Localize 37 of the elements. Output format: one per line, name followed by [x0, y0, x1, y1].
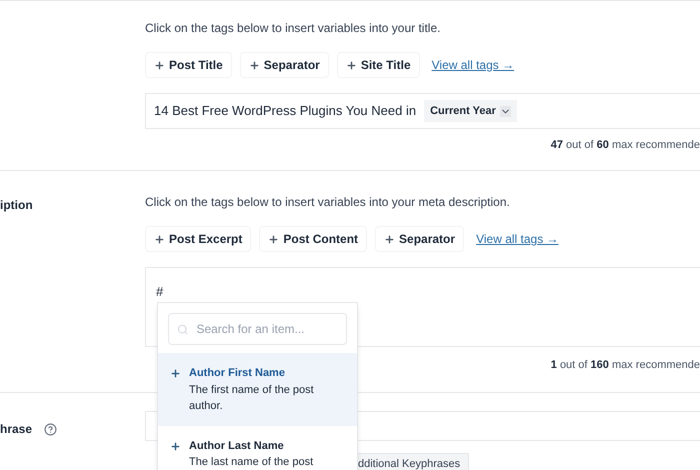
- plus-icon: [154, 60, 165, 70]
- plus-icon: [170, 368, 181, 379]
- character-counter: 1 out of 160 max recommende: [550, 358, 700, 373]
- description-hint: Click on the tags below to insert variables into your meta description.: [145, 194, 511, 211]
- tag-button[interactable]: Post Excerpt: [145, 226, 252, 252]
- search-icon: [177, 322, 188, 336]
- help-icon[interactable]: [44, 422, 58, 436]
- chevron-down-icon: [500, 106, 511, 116]
- option-description: The last name of the post: [189, 455, 314, 470]
- tag-button[interactable]: Separator: [240, 52, 329, 78]
- plus-icon: [384, 234, 396, 244]
- title-input-field[interactable]: 14 Best Free WordPress Plugins You Need in Current Year: [145, 93, 700, 129]
- plus-icon: [346, 60, 357, 70]
- view-all-tags-link[interactable]: View all tags →: [432, 56, 514, 74]
- option-name: Author Last Name: [189, 438, 285, 454]
- tag-button[interactable]: Separator: [375, 226, 464, 252]
- character-counter: 47 out of 60 max recommende: [550, 138, 700, 153]
- plus-icon: [248, 60, 260, 70]
- plus-icon: [268, 234, 280, 244]
- title-text: 14 Best Free WordPress Plugins You Need in: [154, 102, 416, 120]
- tag-button[interactable]: Post Content: [259, 226, 368, 252]
- search-field[interactable]: Search for an item...: [168, 313, 347, 345]
- plus-icon: [154, 234, 165, 244]
- plus-icon: [170, 440, 181, 452]
- section-label: iption: [0, 198, 33, 212]
- tag-button[interactable]: Site Title: [336, 52, 420, 78]
- tag-option[interactable]: Author First Name The first name of the post author.: [158, 353, 357, 426]
- search-input[interactable]: Search for an item...: [196, 320, 338, 338]
- view-all-tags-link[interactable]: View all tags →: [476, 230, 559, 248]
- description-text: #: [156, 284, 164, 299]
- title-hint: Click on the tags below to insert variables into your title.: [145, 20, 442, 37]
- option-name: Author First Name: [189, 366, 286, 381]
- tag-option[interactable]: Author Last Name The last name of the post: [158, 426, 357, 470]
- option-description: The first name of the post author.: [189, 382, 315, 414]
- current-year-tag[interactable]: Current Year: [424, 100, 517, 122]
- tag-button[interactable]: Post Title: [145, 52, 232, 78]
- section-label: hrase: [0, 421, 32, 438]
